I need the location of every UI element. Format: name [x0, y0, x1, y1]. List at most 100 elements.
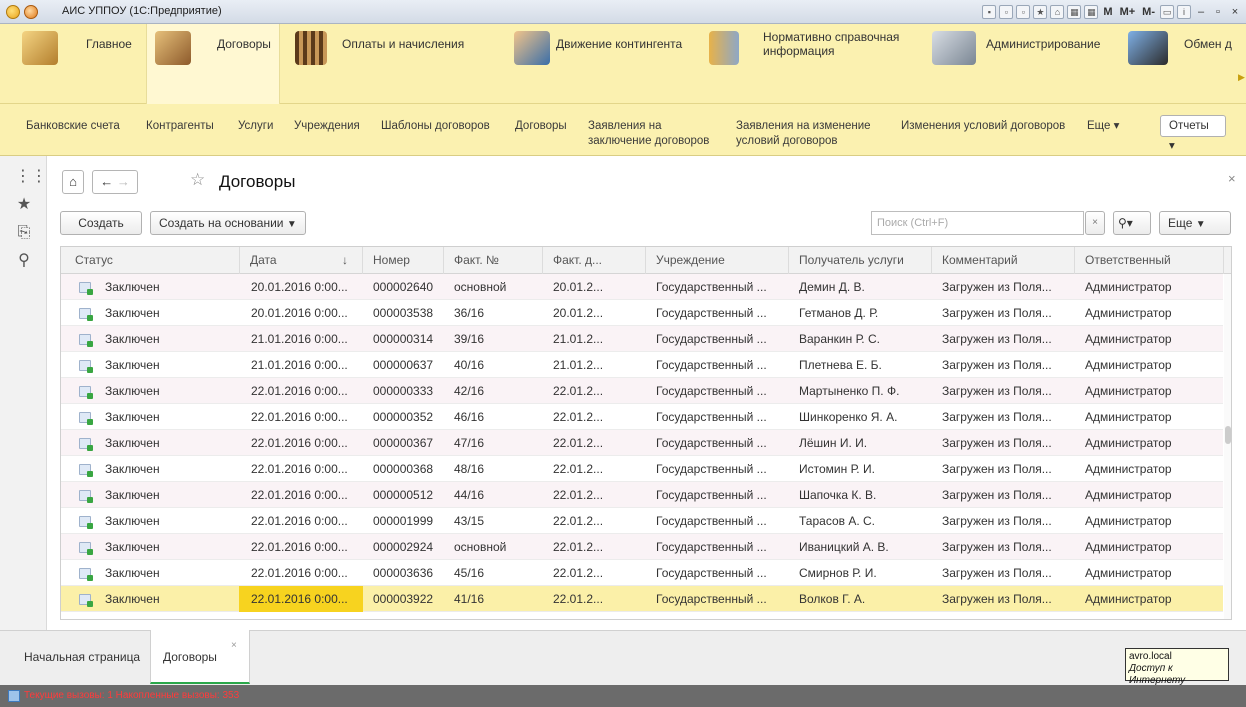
column-status[interactable]: Статус — [61, 247, 240, 274]
create-based-button[interactable]: Создать на основании ▼ — [150, 211, 306, 235]
calc-icon[interactable]: ▦ — [1067, 5, 1082, 19]
vertical-scrollbar[interactable] — [1224, 274, 1231, 619]
table-cell: Администратор — [1085, 358, 1172, 372]
table-cell: Государственный ... — [656, 566, 767, 580]
nav-condition-changes[interactable]: Изменения условий договоров — [901, 119, 1065, 134]
close-tab-icon[interactable]: × — [231, 640, 237, 651]
table-row[interactable]: Заключен 20.01.2016 0:00... 000002640 основ… — [61, 274, 1223, 300]
home-button[interactable]: ⌂ — [62, 170, 84, 194]
save-icon[interactable]: ▪ — [982, 5, 997, 19]
section-payments[interactable]: Оплаты и начисления — [290, 24, 490, 104]
scrollbar-thumb[interactable] — [1225, 426, 1231, 444]
table-cell: 45/16 — [454, 566, 485, 580]
column-fact-date[interactable]: Факт. д... — [543, 247, 646, 274]
print-icon[interactable]: ▫ — [999, 5, 1014, 19]
more-button[interactable]: Еще ▼ — [1159, 211, 1231, 235]
table-cell: Государственный ... — [656, 488, 767, 502]
network-tooltip: avro.local Доступ к Интернету — [1125, 648, 1229, 686]
restore-icon[interactable]: ▫ — [1211, 6, 1225, 18]
table-cell: 39/16 — [454, 332, 485, 346]
scroll-right-icon[interactable]: ▶ — [1238, 72, 1245, 83]
section-admin[interactable]: Администрирование — [928, 24, 1118, 104]
nav-services[interactable]: Услуги — [238, 119, 273, 134]
memory-plus-button[interactable]: M+ — [1118, 6, 1138, 18]
back-arrow-icon[interactable]: ← — [100, 174, 113, 189]
section-contingent[interactable]: Движение контингента — [508, 24, 698, 104]
favorites-star-icon[interactable]: ★ — [15, 196, 33, 214]
section-contracts[interactable]: Договоры — [146, 24, 280, 104]
table-cell: Государственный ... — [656, 358, 767, 372]
table-row[interactable]: Заключен 22.01.2016 0:00... 000000512 44/16… — [61, 482, 1223, 508]
favorites-icon[interactable]: ★ — [1033, 5, 1048, 19]
search-input[interactable]: Поиск (Ctrl+F) — [871, 211, 1084, 235]
table-row[interactable]: Заключен 22.01.2016 0:00... 000000333 42/16… — [61, 378, 1223, 404]
server-calls-text: Текущие вызовы: 1 Накопленные вызовы: 35… — [24, 690, 240, 701]
minimize-icon[interactable]: – — [1194, 6, 1208, 18]
column-fact-number[interactable]: Факт. № — [444, 247, 543, 274]
table-cell: Администратор — [1085, 332, 1172, 346]
table-cell: 000000314 — [373, 332, 434, 346]
close-window-icon[interactable]: × — [1228, 6, 1242, 18]
home-icon[interactable]: ⌂ — [1050, 5, 1065, 19]
table-row[interactable]: Заключен 22.01.2016 0:00... 000003636 45/16… — [61, 560, 1223, 586]
nav-counterparties[interactable]: Контрагенты — [146, 119, 214, 134]
column-number[interactable]: Номер — [363, 247, 444, 274]
section-label: Администрирование — [986, 37, 1101, 51]
column-recipient[interactable]: Получатель услуги — [789, 247, 932, 274]
search-icon[interactable]: ⚲ — [15, 252, 33, 270]
table-cell: Иваницкий А. В. — [799, 540, 889, 554]
all-functions-icon[interactable]: ⋮⋮ — [15, 168, 47, 186]
back-forward-buttons[interactable]: ← → — [92, 170, 138, 194]
table-row[interactable]: Заключен 22.01.2016 0:00... 000003922 41/16… — [61, 586, 1223, 612]
reports-button[interactable]: Отчеты ▾ — [1160, 115, 1226, 152]
table-row[interactable]: Заключен 22.01.2016 0:00... 000000352 46/16… — [61, 404, 1223, 430]
clear-search-icon[interactable]: × — [1085, 211, 1105, 235]
column-responsible[interactable]: Ответственный — [1075, 247, 1224, 274]
info-icon[interactable]: i — [1177, 5, 1191, 19]
app-logo-icon[interactable] — [6, 5, 20, 19]
close-form-icon[interactable]: × — [1228, 171, 1236, 186]
table-cell: 20.01.2... — [553, 280, 604, 294]
nav-change-applications[interactable]: Заявления на изменение условий договоров — [736, 119, 871, 149]
main-menu-icon[interactable] — [24, 5, 38, 19]
history-icon[interactable]: ⎘ — [15, 224, 33, 242]
table-row[interactable]: Заключен 22.01.2016 0:00... 000000368 48/16… — [61, 456, 1223, 482]
preview-icon[interactable]: ▫ — [1016, 5, 1031, 19]
nav-institutions[interactable]: Учреждения — [294, 119, 360, 134]
column-institution[interactable]: Учреждение — [646, 247, 789, 274]
memory-minus-button[interactable]: M- — [1140, 6, 1157, 18]
nav-more-menu[interactable]: Еще ▾ — [1087, 119, 1119, 134]
calendar-icon[interactable]: ▦ — [1084, 5, 1099, 19]
search-button[interactable]: ⚲▾ — [1113, 211, 1151, 235]
table-cell: Смирнов Р. И. — [799, 566, 877, 580]
forward-arrow-icon[interactable]: → — [117, 174, 130, 189]
tab-contracts[interactable]: Договоры — [150, 630, 250, 684]
title-bar: АИС УППОУ (1С:Предприятие) ▪ ▫ ▫ ★ ⌂ ▦ ▦… — [0, 0, 1246, 24]
table-row[interactable]: Заключен 21.01.2016 0:00... 000000314 39/16… — [61, 326, 1223, 352]
table-cell: 000000367 — [373, 436, 434, 450]
column-comment[interactable]: Комментарий — [932, 247, 1075, 274]
nav-bank-accounts[interactable]: Банковские счета — [26, 119, 120, 134]
section-main[interactable]: Главное — [16, 24, 144, 104]
memory-m-button[interactable]: M — [1101, 6, 1114, 18]
table-header: Статус Дата ↓ Номер Факт. № Факт. д... Уч… — [61, 247, 1231, 274]
favorite-star-icon[interactable]: ☆ — [190, 170, 205, 190]
column-date[interactable]: Дата ↓ — [240, 247, 363, 274]
section-reference[interactable]: Нормативно справочная информация — [707, 24, 917, 104]
table-row[interactable]: Заключен 21.01.2016 0:00... 000000637 40/16… — [61, 352, 1223, 378]
nav-contracts[interactable]: Договоры — [515, 119, 567, 134]
create-button[interactable]: Создать — [60, 211, 142, 235]
nav-templates[interactable]: Шаблоны договоров — [381, 119, 490, 134]
table-row[interactable]: Заключен 22.01.2016 0:00... 000002924 основ… — [61, 534, 1223, 560]
table-cell: 21.01.2... — [553, 358, 604, 372]
nav-applications[interactable]: Заявления на заключение договоров — [588, 119, 709, 149]
table-row[interactable]: Заключен 20.01.2016 0:00... 000003538 36/16… — [61, 300, 1223, 326]
table-row[interactable]: Заключен 22.01.2016 0:00... 000001999 43/15… — [61, 508, 1223, 534]
window-layout-icon[interactable]: ▭ — [1160, 5, 1174, 19]
table-cell: Администратор — [1085, 488, 1172, 502]
status-bar: Текущие вызовы: 1 Накопленные вызовы: 35… — [0, 685, 1246, 707]
tab-home-page[interactable]: Начальная страница — [18, 630, 148, 684]
table-cell: Шапочка К. В. — [799, 488, 877, 502]
section-exchange[interactable]: Обмен д — [1124, 24, 1244, 104]
table-row[interactable]: Заключен 22.01.2016 0:00... 000000367 47/16… — [61, 430, 1223, 456]
